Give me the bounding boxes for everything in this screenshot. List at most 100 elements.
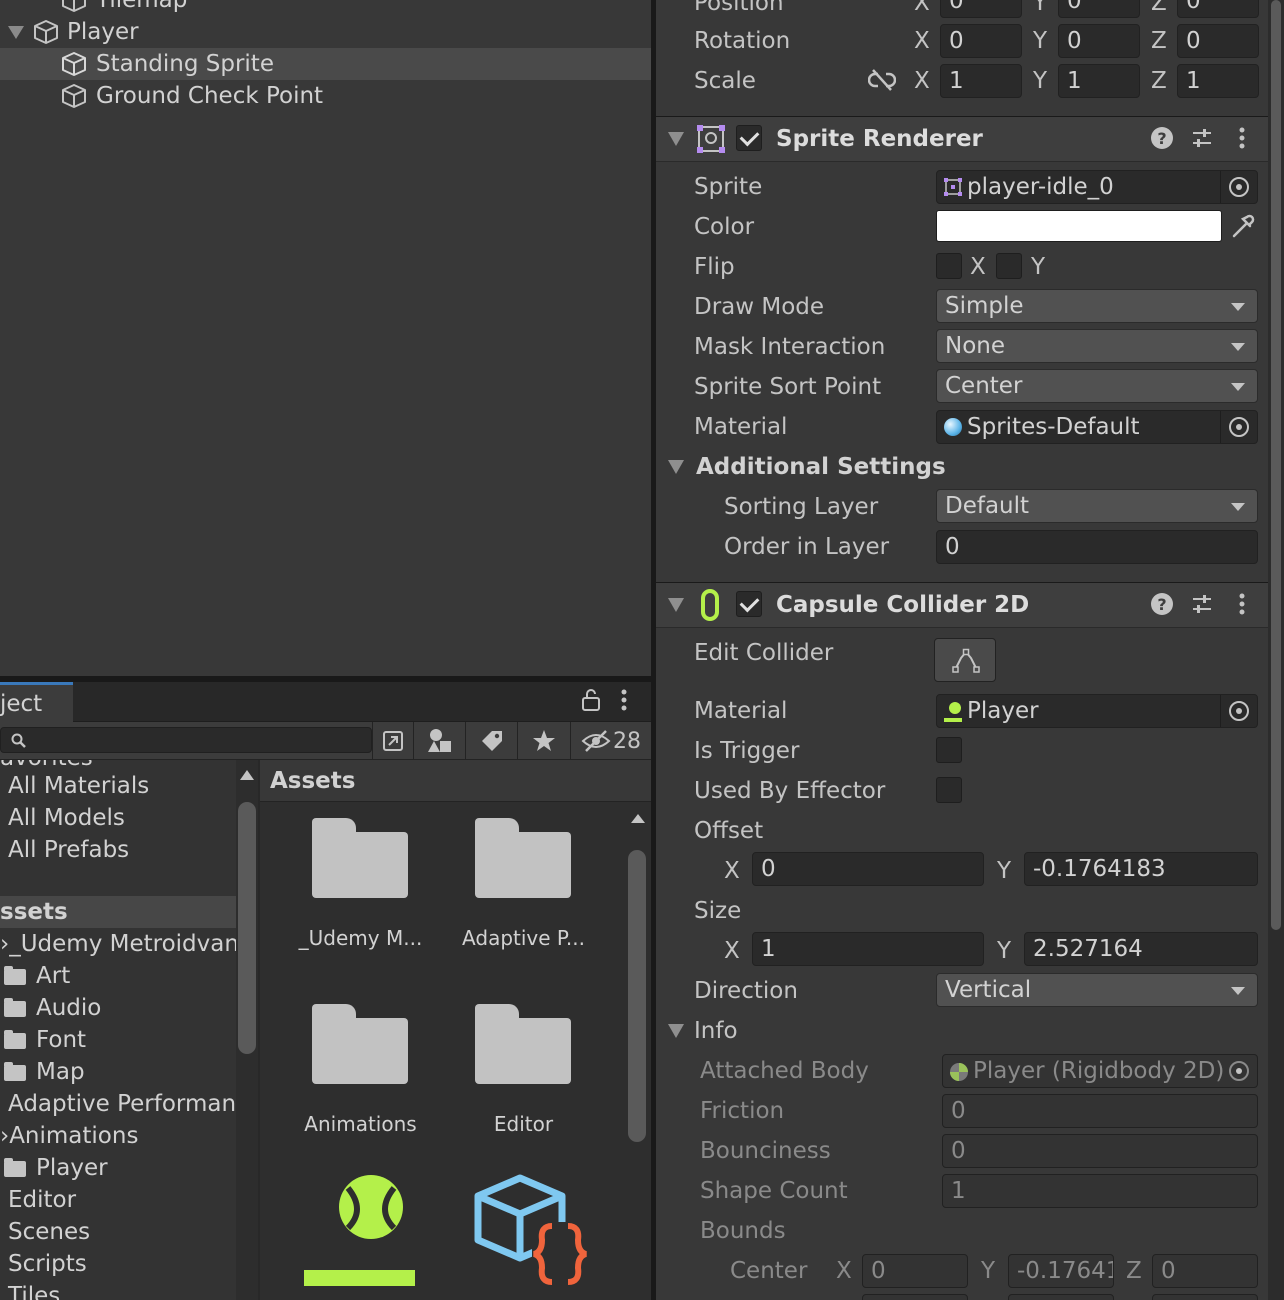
used-by-effector-checkbox[interactable] [936, 777, 962, 803]
object-picker-icon[interactable] [1229, 177, 1249, 197]
axis-y-label[interactable]: Y [1033, 66, 1047, 96]
axis-y-label[interactable]: Y [1033, 0, 1047, 18]
axis-z-label[interactable]: Z [1151, 0, 1167, 18]
hierarchy-item-tilemap[interactable]: Tilemap [0, 0, 651, 16]
scroll-up-icon[interactable] [240, 770, 254, 780]
hidden-packages-button[interactable]: 28 [570, 722, 651, 760]
object-picker-icon[interactable] [1229, 417, 1249, 437]
kebab-menu-icon[interactable] [1236, 592, 1248, 616]
lock-icon[interactable] [580, 688, 602, 712]
scale-x-field[interactable]: 1 [940, 64, 1022, 98]
position-y-field[interactable]: 0 [1058, 0, 1140, 18]
info-foldout[interactable]: Info [694, 1016, 738, 1046]
direction-dropdown[interactable]: Vertical [936, 973, 1258, 1007]
kebab-menu-icon[interactable] [1236, 126, 1248, 150]
asset-folder-editor[interactable]: Editor [442, 998, 605, 1148]
filter-by-type-button[interactable] [413, 722, 465, 760]
additional-settings-foldout[interactable]: Additional Settings [696, 452, 946, 482]
size-y-field[interactable]: 2.527164 [1024, 932, 1258, 966]
axis-x-label[interactable]: X [914, 26, 930, 56]
collapse-arrow-icon[interactable] [668, 460, 684, 474]
asset-folder-udemy[interactable]: _Udemy M... [279, 812, 442, 962]
tree-item-scripts[interactable]: Scripts [8, 1248, 87, 1280]
expand-arrow-icon[interactable] [8, 26, 24, 39]
tree-item-adaptive-performance[interactable]: Adaptive Performan [8, 1088, 236, 1120]
offset-y-field[interactable]: -0.1764183 [1024, 852, 1258, 886]
asset-physics-material[interactable] [300, 1170, 420, 1300]
collapse-arrow-icon[interactable] [668, 132, 684, 146]
presets-icon[interactable] [1190, 126, 1214, 150]
axis-x-label[interactable]: X [724, 936, 740, 966]
offset-x-field[interactable]: 0 [752, 852, 984, 886]
asset-folder-animations[interactable]: Animations [279, 998, 442, 1148]
rotation-z-field[interactable]: 0 [1177, 24, 1259, 58]
capsule-collider-enabled-checkbox[interactable] [736, 591, 762, 617]
favorites-button[interactable] [517, 722, 570, 760]
capsule-collider-title: Capsule Collider 2D [776, 592, 1030, 618]
hierarchy-item-player[interactable]: Player [0, 16, 651, 48]
sprite-field[interactable]: player-idle_0 [936, 170, 1258, 204]
order-in-layer-label: Order in Layer [724, 534, 890, 560]
help-icon[interactable]: ? [1150, 592, 1174, 616]
rotation-x-field[interactable]: 0 [940, 24, 1022, 58]
tree-item-udemy[interactable]: ›_Udemy Metroidvan [0, 928, 236, 960]
favorite-all-models[interactable]: All Models [8, 802, 125, 834]
color-swatch[interactable] [936, 210, 1222, 242]
asset-script-package[interactable] [470, 1170, 595, 1300]
scale-z-field[interactable]: 1 [1177, 64, 1259, 98]
axis-x-label[interactable]: X [724, 856, 740, 886]
material-field[interactable]: Sprites-Default [936, 410, 1258, 444]
axis-x-label[interactable]: X [914, 66, 930, 96]
tree-item-animations[interactable]: ›Animations [0, 1120, 138, 1152]
object-picker-icon[interactable] [1229, 701, 1249, 721]
axis-z-label[interactable]: Z [1151, 26, 1167, 56]
tree-item-scenes[interactable]: Scenes [8, 1216, 90, 1248]
size-x-field[interactable]: 1 [752, 932, 984, 966]
asset-folder-adaptive-performance[interactable]: Adaptive P... [442, 812, 605, 962]
grid-scrollbar[interactable] [624, 802, 651, 1300]
flip-x-checkbox[interactable] [936, 253, 962, 279]
scroll-thumb[interactable] [1271, 0, 1281, 930]
collapse-arrow-icon[interactable] [668, 598, 684, 612]
search-input[interactable] [0, 727, 372, 753]
presets-icon[interactable] [1190, 592, 1214, 616]
tree-item-assets[interactable]: ssets [0, 896, 236, 928]
axis-y-label[interactable]: Y [997, 936, 1011, 966]
tree-item-editor[interactable]: Editor [8, 1184, 76, 1216]
help-icon[interactable]: ? [1150, 126, 1174, 150]
position-x-field[interactable]: 0 [940, 0, 1022, 18]
edit-collider-button[interactable] [934, 638, 996, 682]
scale-y-field[interactable]: 1 [1058, 64, 1140, 98]
hierarchy-item-ground-check-point[interactable]: Ground Check Point [0, 80, 651, 112]
axis-y-label[interactable]: Y [997, 856, 1011, 886]
scroll-thumb[interactable] [628, 850, 646, 1142]
kebab-menu-icon[interactable] [618, 688, 630, 712]
axis-z-label[interactable]: Z [1151, 66, 1167, 96]
collider-material-field[interactable]: Player [936, 694, 1258, 728]
tree-scrollbar[interactable] [236, 760, 258, 1300]
scroll-up-icon[interactable] [631, 814, 645, 823]
collapse-arrow-icon[interactable] [668, 1024, 684, 1038]
sprite-renderer-enabled-checkbox[interactable] [736, 125, 762, 151]
scroll-thumb[interactable] [238, 802, 256, 1054]
position-z-field[interactable]: 0 [1177, 0, 1259, 18]
search-popout-button[interactable] [372, 722, 412, 760]
is-trigger-checkbox[interactable] [936, 737, 962, 763]
order-in-layer-field[interactable]: 0 [936, 530, 1258, 564]
axis-x-label[interactable]: X [914, 0, 930, 18]
rotation-y-field[interactable]: 0 [1058, 24, 1140, 58]
sprite-sort-point-dropdown[interactable]: Center [936, 369, 1258, 403]
sorting-layer-dropdown[interactable]: Default [936, 489, 1258, 523]
flip-y-checkbox[interactable] [996, 253, 1022, 279]
hierarchy-item-standing-sprite[interactable]: Standing Sprite [0, 48, 651, 80]
favorite-all-prefabs[interactable]: All Prefabs [8, 834, 129, 866]
eyedropper-icon[interactable] [1230, 212, 1256, 240]
tab-project[interactable]: ject [0, 682, 73, 722]
unlinked-chain-icon[interactable] [868, 68, 896, 92]
draw-mode-dropdown[interactable]: Simple [936, 289, 1258, 323]
favorite-all-materials[interactable]: All Materials [8, 770, 149, 802]
axis-y-label[interactable]: Y [1033, 26, 1047, 56]
filter-by-label-button[interactable] [465, 722, 517, 760]
tree-item-tiles[interactable]: Tiles [8, 1280, 60, 1300]
mask-interaction-dropdown[interactable]: None [936, 329, 1258, 363]
